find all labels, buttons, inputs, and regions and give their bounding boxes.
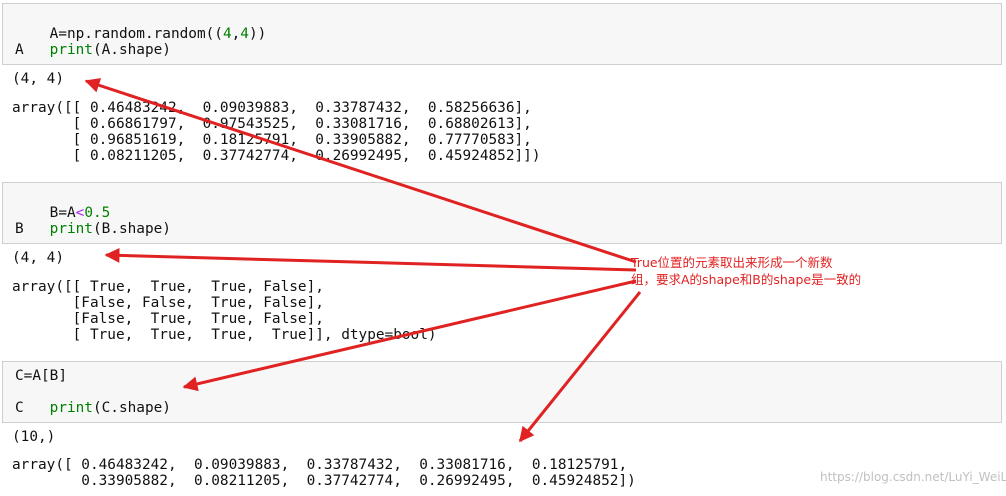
code-line: B=A<0.5 <box>15 189 111 221</box>
cell-3-output-shape: (10,) <box>12 429 56 445</box>
code-text: (B.shape) <box>92 221 171 237</box>
cell-2-output-shape: (4, 4) <box>12 250 64 266</box>
code-text: (A.shape) <box>92 42 171 58</box>
arrow-to-b-shape <box>104 247 637 272</box>
cell-1-output-row: array([[ 0.46483242, 0.09039883, 0.33787… <box>12 100 532 116</box>
code-line: C=A[B] <box>15 368 67 384</box>
code-line: print(A.shape) <box>15 26 171 58</box>
code-line: print(C.shape) <box>15 384 171 416</box>
code-line: A <box>15 42 24 58</box>
code-number: 4 <box>222 26 232 42</box>
code-keyword: print <box>49 400 93 416</box>
cell-2-output-row: [False, False, True, False], <box>12 295 324 311</box>
cell-1-output-row: [ 0.08211205, 0.37742774, 0.26992495, 0.… <box>12 148 541 164</box>
code-cell-1-input[interactable]: A=np.random.random((4,4)) print(A.shape)… <box>2 3 1002 65</box>
code-keyword: print <box>49 221 93 237</box>
cell-3-output-row: array([ 0.46483242, 0.09039883, 0.337874… <box>12 457 628 473</box>
cell-2-output-row: [ True, True, True, True]], dtype=bool) <box>12 327 437 343</box>
code-keyword: print <box>49 42 93 58</box>
code-line: A=np.random.random((4,4)) <box>15 10 267 42</box>
code-line: B <box>15 221 24 237</box>
cell-1-output-row: [ 0.96851619, 0.18125791, 0.33905882, 0.… <box>12 132 532 148</box>
code-line: print(B.shape) <box>15 205 171 237</box>
watermark-text: https://blog.csdn.net/LuYi_WeiLin <box>820 470 1006 484</box>
code-text: (C.shape) <box>92 400 171 416</box>
code-text: )) <box>248 26 267 42</box>
cell-1-output-shape: (4, 4) <box>12 71 64 87</box>
code-text: , <box>231 26 241 42</box>
cell-1-output-row: [ 0.66861797, 0.97543525, 0.33081716, 0.… <box>12 116 532 132</box>
code-number: 4 <box>240 26 249 42</box>
annotation-text: True位置的元素取出来形成一个新数 组，要求A的shape和B的shape是一… <box>631 254 961 288</box>
cell-2-output-row: array([[ True, True, True, False], <box>12 279 324 295</box>
code-line: C <box>15 400 24 416</box>
code-cell-3-input[interactable]: C=A[B] print(C.shape) C <box>2 361 1002 423</box>
annotation-line-2: 组，要求A的shape和B的shape是一致的 <box>631 272 862 287</box>
cell-3-output-row: 0.33905882, 0.08211205, 0.37742774, 0.26… <box>12 473 636 489</box>
annotation-line-1: True位置的元素取出来形成一个新数 <box>631 255 833 270</box>
cell-2-output-row: [False, True, True, False], <box>12 311 324 327</box>
code-cell-2-input[interactable]: B=A<0.5 print(B.shape) B <box>2 182 1002 244</box>
